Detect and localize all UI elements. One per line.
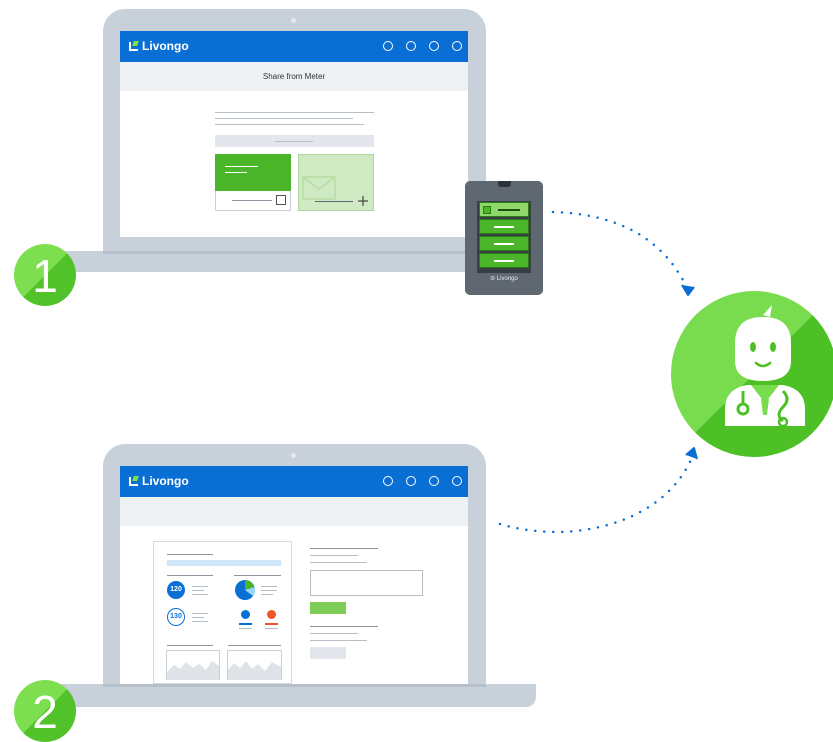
report-highlight-bar bbox=[167, 560, 281, 566]
share-option-card-selected[interactable] bbox=[215, 154, 291, 211]
circle-icon[interactable] bbox=[452, 476, 462, 486]
doctor-icon bbox=[725, 305, 805, 428]
brand-name: Livongo bbox=[142, 39, 189, 53]
meter-slot bbox=[498, 181, 511, 187]
section-line bbox=[228, 645, 281, 646]
red-underline bbox=[265, 623, 278, 625]
laptop-1-screen: Livongo Share from Meter bbox=[120, 31, 468, 237]
circle-icon[interactable] bbox=[429, 476, 439, 486]
legend-text bbox=[265, 628, 278, 629]
form-text-line bbox=[310, 562, 367, 563]
meter-menu-item bbox=[479, 236, 529, 251]
selected-indicator-icon bbox=[483, 206, 491, 214]
step-number: 2 bbox=[32, 686, 58, 738]
send-button[interactable] bbox=[310, 602, 346, 614]
livongo-logo[interactable]: Livongo bbox=[129, 474, 189, 488]
blue-dot-icon bbox=[241, 610, 250, 619]
page-subheader: Share from Meter bbox=[120, 62, 468, 91]
livongo-logo[interactable]: Livongo bbox=[129, 39, 189, 53]
section-line bbox=[234, 575, 281, 576]
circle-icon[interactable] bbox=[406, 476, 416, 486]
app-header: Livongo bbox=[120, 466, 468, 497]
input-bar[interactable] bbox=[215, 135, 374, 147]
laptop-2-lid: Livongo 120 130 bbox=[103, 444, 486, 684]
legend-text bbox=[239, 628, 252, 629]
section-line bbox=[167, 645, 213, 646]
laptop-2-hinge bbox=[103, 684, 486, 687]
checkbox-icon[interactable] bbox=[276, 195, 286, 205]
camera-icon bbox=[291, 18, 296, 23]
camera-icon bbox=[291, 453, 296, 458]
form-text-line bbox=[310, 640, 367, 641]
reading-text bbox=[192, 617, 204, 618]
chart-legend-line bbox=[261, 590, 277, 591]
form-text-line bbox=[310, 633, 358, 634]
reading-value: 130 bbox=[170, 613, 182, 620]
laptop-1-hinge bbox=[103, 251, 486, 254]
card-footer-line bbox=[315, 201, 353, 202]
card-text-line bbox=[225, 172, 247, 173]
red-dot-icon bbox=[267, 610, 276, 619]
chart-legend-line bbox=[261, 586, 277, 587]
circle-icon[interactable] bbox=[429, 41, 439, 51]
report-title-line bbox=[167, 554, 213, 555]
reading-text bbox=[192, 586, 208, 587]
card-header bbox=[215, 154, 291, 191]
laptop-1-lid: Livongo Share from Meter bbox=[103, 9, 486, 251]
meter-screen bbox=[477, 201, 531, 273]
reading-text bbox=[192, 621, 208, 622]
area-chart-icon bbox=[166, 650, 220, 680]
page-subheader bbox=[120, 497, 468, 526]
meter-menu-item-selected bbox=[479, 202, 529, 217]
secondary-button[interactable] bbox=[310, 647, 346, 659]
input-bar-line bbox=[275, 141, 313, 142]
app-header: Livongo bbox=[120, 31, 468, 62]
text-line bbox=[215, 112, 374, 113]
reading-badge-outline: 130 bbox=[167, 608, 185, 626]
laptop-1-base bbox=[44, 251, 536, 272]
card-footer-line bbox=[232, 200, 272, 201]
livongo-mark-icon bbox=[129, 41, 138, 51]
reading-badge-filled: 120 bbox=[167, 581, 185, 599]
brand-name: Livongo bbox=[142, 474, 189, 488]
reading-text bbox=[192, 590, 204, 591]
chart-legend-line bbox=[261, 594, 273, 595]
reading-text bbox=[192, 594, 208, 595]
doctor-avatar bbox=[671, 291, 833, 457]
section-line bbox=[167, 575, 213, 576]
report-document: 120 130 bbox=[153, 541, 292, 684]
message-input[interactable] bbox=[310, 570, 423, 596]
meter-menu-item bbox=[479, 253, 529, 268]
share-option-card[interactable] bbox=[298, 154, 374, 211]
form-text-line bbox=[310, 555, 358, 556]
form-title-line bbox=[310, 626, 378, 627]
reading-value: 120 bbox=[170, 586, 182, 593]
meter-menu-item bbox=[479, 219, 529, 234]
card-text-line bbox=[225, 166, 258, 167]
step-number: 1 bbox=[32, 250, 58, 302]
reading-text bbox=[192, 613, 208, 614]
circle-icon[interactable] bbox=[452, 41, 462, 51]
step-1-badge: 1 bbox=[14, 244, 76, 306]
form-title-line bbox=[310, 548, 378, 549]
circle-icon[interactable] bbox=[383, 476, 393, 486]
text-line bbox=[215, 118, 353, 119]
step-2-badge: 2 bbox=[14, 680, 76, 742]
area-chart-icon bbox=[227, 650, 282, 680]
blue-underline bbox=[239, 623, 252, 625]
meter-brand: Livongo bbox=[496, 276, 518, 282]
laptop-2-screen: Livongo 120 130 bbox=[120, 466, 468, 684]
laptop-2-base bbox=[44, 684, 536, 707]
header-icons bbox=[383, 41, 462, 51]
circle-icon[interactable] bbox=[383, 41, 393, 51]
text-line bbox=[215, 124, 364, 125]
circle-icon[interactable] bbox=[406, 41, 416, 51]
pie-chart-icon bbox=[235, 580, 255, 600]
header-icons bbox=[383, 476, 462, 486]
glucose-meter: ⊘ Livongo bbox=[465, 181, 543, 295]
plus-icon[interactable] bbox=[358, 196, 368, 206]
meter-brand-label: ⊘ Livongo bbox=[490, 276, 518, 282]
livongo-mark-icon bbox=[129, 476, 138, 486]
